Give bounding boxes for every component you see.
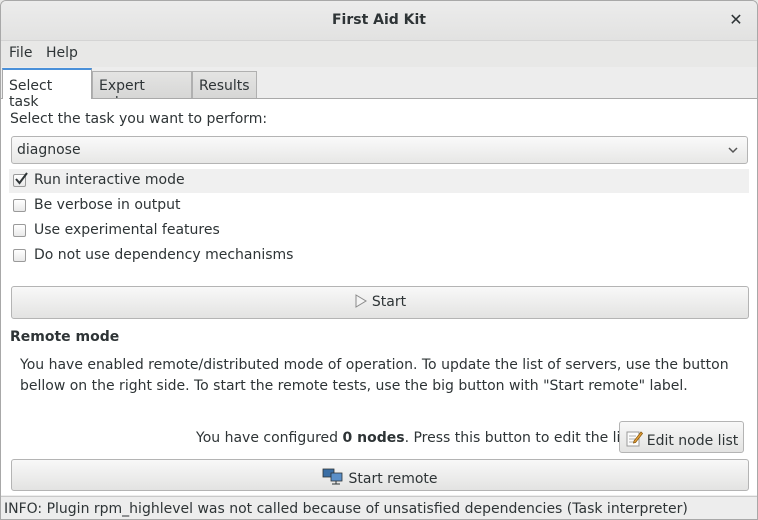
menu-help[interactable]: Help	[46, 45, 78, 61]
verbose-output-checkbox[interactable]	[13, 199, 26, 212]
option-experimental-features[interactable]: Use experimental features	[9, 219, 749, 243]
experimental-features-checkbox[interactable]	[13, 224, 26, 237]
tab-expert-setup[interactable]: Expert setup	[92, 71, 192, 110]
edit-node-list-label: Edit node list	[646, 433, 739, 449]
option-no-dependency[interactable]: Do not use dependency mechanisms	[9, 244, 749, 268]
chevron-down-icon	[728, 147, 738, 154]
nodes-info: You have configured 0 nodes. Press this …	[196, 430, 638, 446]
network-icon	[323, 468, 343, 485]
edit-node-list-button[interactable]: Edit node list	[619, 421, 744, 453]
window-title: First Aid Kit	[331, 12, 427, 28]
title-bar[interactable]: First Aid Kit ✕	[1, 1, 757, 41]
nodes-info-prefix: You have configured	[196, 430, 343, 446]
start-remote-label: Start remote	[348, 471, 438, 487]
select-task-panel: Select the task you want to perform: dia…	[1, 98, 757, 495]
tab-select-task[interactable]: Select task	[2, 68, 92, 110]
option-interactive-mode[interactable]: Run interactive mode	[9, 169, 749, 193]
close-icon[interactable]: ✕	[727, 10, 745, 30]
remote-mode-description: You have enabled remote/distributed mode…	[20, 357, 729, 394]
start-button-label: Start	[371, 294, 407, 310]
nodes-count: 0 nodes	[342, 430, 405, 446]
checkmark-icon	[15, 172, 28, 185]
app-window: First Aid Kit ✕ File Help Select task Ex…	[0, 0, 758, 520]
option-verbose-output[interactable]: Be verbose in output	[9, 194, 749, 218]
menu-bar: File Help	[1, 41, 757, 67]
verbose-output-label: Be verbose in output	[34, 197, 181, 213]
start-button[interactable]: Start	[11, 286, 749, 319]
status-message: INFO: Plugin rpm_highlevel was not calle…	[4, 501, 688, 517]
status-bar: INFO: Plugin rpm_highlevel was not calle…	[1, 496, 757, 519]
no-dependency-checkbox[interactable]	[13, 249, 26, 262]
tab-bar: Select task Expert setup Results	[1, 68, 757, 110]
no-dependency-label: Do not use dependency mechanisms	[34, 247, 294, 263]
edit-pencil-icon	[626, 431, 643, 447]
play-icon	[355, 294, 367, 308]
tab-results[interactable]: Results	[192, 71, 257, 99]
experimental-features-label: Use experimental features	[34, 222, 220, 238]
task-select-value: diagnose	[17, 142, 81, 158]
interactive-mode-label: Run interactive mode	[34, 172, 185, 188]
task-prompt-label: Select the task you want to perform:	[10, 111, 268, 127]
nodes-info-suffix: . Press this button to edit the list.	[404, 430, 638, 446]
remote-mode-title: Remote mode	[10, 329, 120, 345]
interactive-mode-checkbox[interactable]	[13, 172, 28, 187]
start-remote-button[interactable]: Start remote	[11, 459, 749, 491]
menu-file[interactable]: File	[9, 45, 32, 61]
task-select[interactable]: diagnose	[11, 136, 748, 164]
